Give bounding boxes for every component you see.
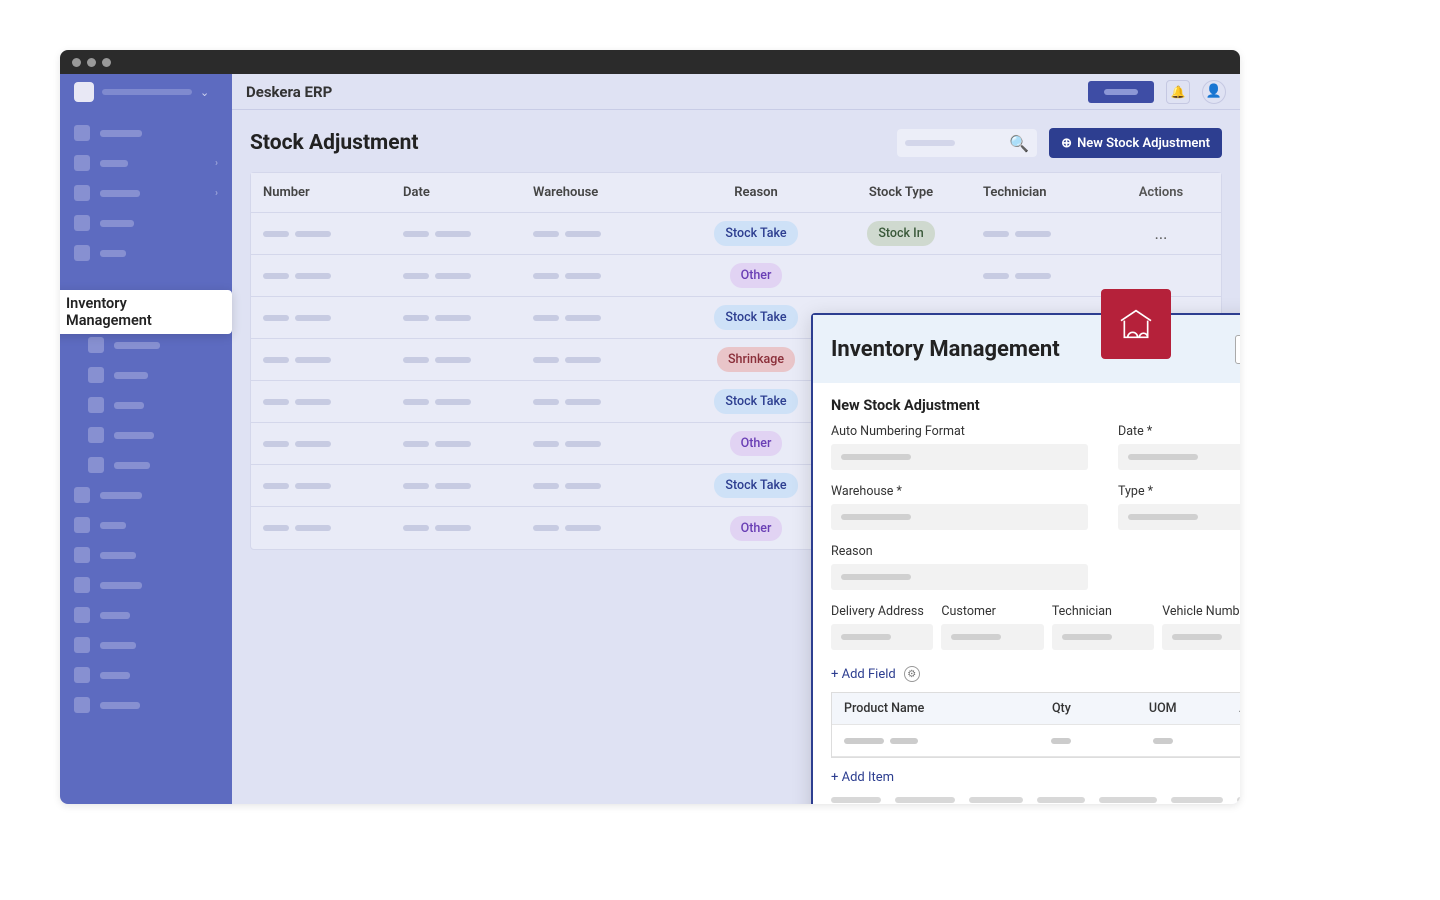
titlebar [60,50,1240,74]
page-title: Stock Adjustment [250,131,885,155]
sidebar-item[interactable] [60,630,232,660]
page-header: Stock Adjustment 🔍 ⊕ New Stock Adjustmen… [232,110,1240,172]
topbar: Deskera ERP 🔔 👤 [232,74,1240,110]
modal-warehouse-icon [1101,289,1171,359]
chevron-down-icon: ⌄ [200,86,209,99]
user-avatar[interactable]: 👤 [1202,80,1226,104]
topbar-primary-button[interactable] [1088,81,1154,103]
sidebar-item[interactable] [60,208,232,238]
sidebar-item[interactable] [60,118,232,148]
label-delivery: Delivery Address [831,604,933,619]
input-warehouse[interactable] [831,504,1088,530]
sidebar-item[interactable]: › [60,148,232,178]
sidebar-item[interactable] [60,510,232,540]
modal-header: Inventory Management Cancel Save [813,315,1240,383]
sidebar-item[interactable] [60,690,232,720]
sidebar-subitem[interactable] [60,330,232,360]
col-stocktype: Stock Type [831,185,971,200]
col-available: Available Qty [1213,701,1240,716]
col-date: Date [391,185,521,200]
brand-switcher[interactable]: ⌄ [60,74,232,110]
app-title: Deskera ERP [246,83,332,101]
input-customer[interactable] [941,624,1043,650]
sidebar-item[interactable] [60,238,232,268]
brand-logo [74,82,94,102]
sidebar-item[interactable] [60,480,232,510]
label-reason: Reason [831,544,1088,559]
add-field-link[interactable]: + Add Field ⚙ [831,666,1240,682]
add-item-link[interactable]: + Add Item [831,770,1240,785]
plus-icon: ⊕ [1061,136,1072,151]
notifications-icon[interactable]: 🔔 [1166,80,1190,104]
sidebar-callout-inventory: Inventory Management [60,290,232,334]
label-technician: Technician [1052,604,1154,619]
label-customer: Customer [941,604,1043,619]
gear-icon[interactable]: ⚙ [904,666,920,682]
brand-name-placeholder [102,89,192,95]
sidebar-subitem[interactable] [60,450,232,480]
col-actions: Actions [1101,185,1221,200]
cancel-button[interactable]: Cancel [1235,335,1240,364]
label-type: Type * [1118,484,1240,499]
sidebar: ⌄ › › [60,74,232,804]
input-auto-numbering[interactable] [831,444,1088,470]
modal-section-title: New Stock Adjustment [831,397,1240,414]
traffic-light-max[interactable] [102,58,111,67]
stock-adjustment-modal: Inventory Management Cancel Save New Sto… [811,313,1240,804]
callout-label: Inventory Management [66,295,214,329]
label-vehicle: Vehicle Number [1162,604,1240,619]
sidebar-item[interactable] [60,660,232,690]
label-date: Date * [1118,424,1240,439]
sidebar-item[interactable] [60,600,232,630]
sidebar-item[interactable]: › [60,178,232,208]
col-warehouse: Warehouse [521,185,681,200]
new-stock-adjustment-button[interactable]: ⊕ New Stock Adjustment [1049,128,1222,158]
input-type[interactable] [1118,504,1240,530]
col-technician: Technician [971,185,1101,200]
label-auto-numbering: Auto Numbering Format [831,424,1088,439]
sidebar-subitem[interactable] [60,390,232,420]
col-number: Number [251,185,391,200]
col-qty: Qty [1011,701,1112,716]
col-reason: Reason [681,185,831,200]
input-delivery[interactable] [831,624,933,650]
col-product-name: Product Name [832,701,1011,716]
col-uom: UOM [1112,701,1213,716]
traffic-light-min[interactable] [87,58,96,67]
input-technician[interactable] [1052,624,1154,650]
product-row[interactable]: 🗑 [832,725,1240,757]
sidebar-subitem[interactable] [60,420,232,450]
input-reason[interactable] [831,564,1088,590]
table-row[interactable]: Stock TakeStock In... [251,213,1221,255]
sidebar-item[interactable] [60,570,232,600]
app-window: ⌄ › › [60,50,1240,804]
table-row[interactable]: Other [251,255,1221,297]
input-vehicle[interactable] [1162,624,1240,650]
new-button-label: New Stock Adjustment [1077,136,1210,151]
search-icon: 🔍 [1009,134,1029,153]
table-header: Number Date Warehouse Reason Stock Type … [251,173,1221,213]
traffic-light-close[interactable] [72,58,81,67]
label-warehouse: Warehouse * [831,484,1088,499]
sidebar-subitem[interactable] [60,360,232,390]
input-date[interactable] [1118,444,1240,470]
modal-footer-placeholders [831,797,1240,804]
search-input[interactable]: 🔍 [897,129,1037,157]
product-table: Product Name Qty UOM Available Qty 🗑 [831,692,1240,758]
sidebar-item[interactable] [60,540,232,570]
